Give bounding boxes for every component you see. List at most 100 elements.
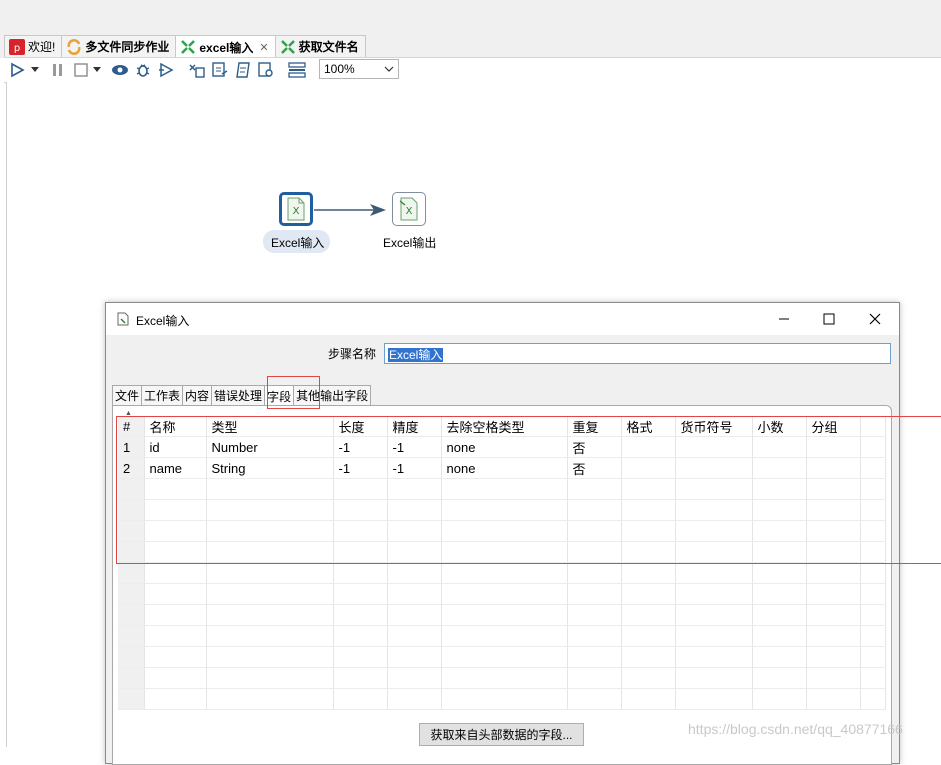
table-cell[interactable]: [567, 625, 622, 647]
empty-table-row[interactable]: [118, 499, 886, 521]
table-cell[interactable]: [567, 541, 622, 563]
table-cell[interactable]: [806, 436, 861, 458]
empty-table-row[interactable]: [118, 562, 886, 584]
table-cell[interactable]: [118, 478, 145, 500]
table-cell[interactable]: [806, 457, 861, 479]
table-cell[interactable]: [144, 583, 207, 605]
table-cell[interactable]: [144, 667, 207, 689]
table-cell[interactable]: [675, 499, 753, 521]
empty-table-row[interactable]: [118, 604, 886, 626]
table-cell[interactable]: [752, 478, 807, 500]
table-cell[interactable]: [441, 625, 568, 647]
table-cell[interactable]: [675, 520, 753, 542]
table-cell[interactable]: [206, 541, 334, 563]
table-cell[interactable]: 否: [567, 457, 622, 479]
table-cell[interactable]: none: [441, 436, 568, 458]
table-cell[interactable]: [752, 688, 807, 710]
table-cell[interactable]: [806, 646, 861, 668]
table-cell[interactable]: [387, 688, 442, 710]
column-header[interactable]: 货币符号: [675, 416, 753, 437]
debug-icon[interactable]: [134, 61, 152, 79]
table-cell[interactable]: [621, 583, 676, 605]
table-row[interactable]: 1 id Number -1 -1 none 否: [118, 436, 886, 458]
table-cell[interactable]: [567, 604, 622, 626]
table-cell[interactable]: [441, 688, 568, 710]
table-cell[interactable]: [752, 604, 807, 626]
table-cell[interactable]: [675, 457, 753, 479]
table-cell[interactable]: 2: [118, 457, 145, 479]
column-header[interactable]: #: [118, 416, 145, 437]
table-cell[interactable]: [675, 541, 753, 563]
table-cell[interactable]: [441, 541, 568, 563]
table-cell[interactable]: [118, 562, 145, 584]
table-cell[interactable]: [752, 436, 807, 458]
column-header[interactable]: 去除空格类型: [441, 416, 568, 437]
table-cell[interactable]: [806, 478, 861, 500]
get-fields-from-header-button[interactable]: 获取来自头部数据的字段...: [419, 723, 584, 746]
table-cell[interactable]: [567, 583, 622, 605]
table-cell[interactable]: [206, 583, 334, 605]
empty-table-row[interactable]: [118, 520, 886, 542]
hop-arrow[interactable]: [312, 201, 392, 221]
table-cell[interactable]: [567, 646, 622, 668]
table-cell[interactable]: [441, 520, 568, 542]
table-cell[interactable]: [144, 646, 207, 668]
tab-job[interactable]: 多文件同步作业: [61, 35, 177, 57]
table-cell[interactable]: [333, 667, 388, 689]
table-cell[interactable]: [118, 583, 145, 605]
table-cell[interactable]: [333, 541, 388, 563]
table-cell[interactable]: [441, 478, 568, 500]
empty-table-row[interactable]: [118, 646, 886, 668]
table-cell[interactable]: [675, 562, 753, 584]
excel-output-node[interactable]: X: [392, 192, 426, 226]
table-cell[interactable]: [387, 604, 442, 626]
table-cell[interactable]: [118, 604, 145, 626]
verify-icon[interactable]: [188, 61, 206, 79]
tab-excel-input[interactable]: excel输入 ✕: [175, 35, 276, 58]
table-cell[interactable]: [118, 646, 145, 668]
align-icon[interactable]: [288, 61, 306, 79]
table-cell[interactable]: name: [144, 457, 207, 479]
table-cell[interactable]: [567, 667, 622, 689]
column-header[interactable]: 类型: [206, 416, 334, 437]
table-cell[interactable]: [621, 562, 676, 584]
column-header[interactable]: 小数: [752, 416, 807, 437]
empty-table-row[interactable]: [118, 541, 886, 563]
table-cell[interactable]: [206, 646, 334, 668]
table-cell[interactable]: [567, 688, 622, 710]
table-cell[interactable]: [752, 667, 807, 689]
table-cell[interactable]: [621, 499, 676, 521]
replay-icon[interactable]: [157, 61, 175, 79]
table-cell[interactable]: [675, 583, 753, 605]
table-cell[interactable]: [752, 583, 807, 605]
table-cell[interactable]: [144, 541, 207, 563]
table-cell[interactable]: [621, 667, 676, 689]
zoom-select[interactable]: 100%: [319, 59, 399, 79]
empty-table-row[interactable]: [118, 625, 886, 647]
column-header[interactable]: 格式: [621, 416, 676, 437]
table-cell[interactable]: [752, 625, 807, 647]
table-cell[interactable]: [333, 520, 388, 542]
table-cell[interactable]: [752, 520, 807, 542]
table-cell[interactable]: [333, 499, 388, 521]
table-cell[interactable]: [567, 562, 622, 584]
table-cell[interactable]: [118, 625, 145, 647]
stop-icon[interactable]: [72, 61, 90, 79]
table-cell[interactable]: [144, 604, 207, 626]
step-name-input[interactable]: Excel输入: [384, 343, 891, 364]
empty-table-row[interactable]: [118, 583, 886, 605]
table-cell[interactable]: [675, 646, 753, 668]
tab-file[interactable]: 文件: [112, 385, 143, 405]
table-cell[interactable]: [206, 520, 334, 542]
empty-table-row[interactable]: [118, 667, 886, 689]
table-cell[interactable]: [806, 499, 861, 521]
table-cell[interactable]: [806, 541, 861, 563]
column-header[interactable]: 精度: [387, 416, 442, 437]
table-cell[interactable]: [387, 562, 442, 584]
tab-content[interactable]: 内容: [182, 385, 213, 405]
table-cell[interactable]: [144, 688, 207, 710]
table-cell[interactable]: 否: [567, 436, 622, 458]
table-cell[interactable]: [752, 541, 807, 563]
analyze-icon[interactable]: [211, 61, 229, 79]
table-cell[interactable]: [806, 583, 861, 605]
